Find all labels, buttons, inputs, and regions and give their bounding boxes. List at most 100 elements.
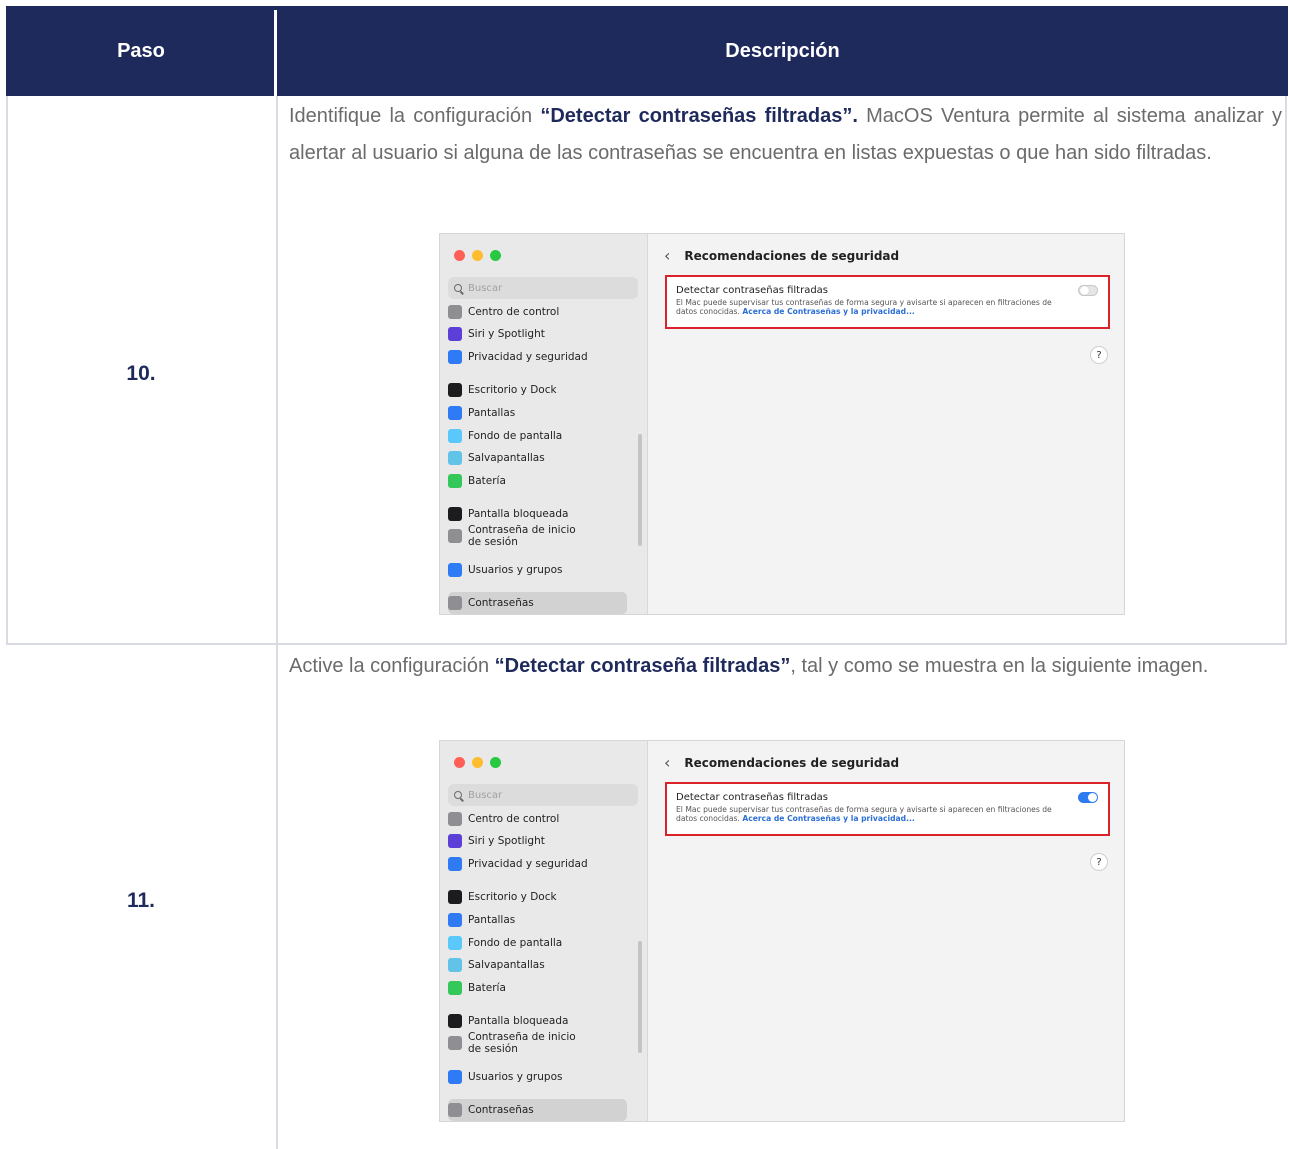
- control-center-icon: [448, 812, 462, 826]
- minimize-dot-icon: [472, 250, 483, 261]
- minimize-dot-icon: [472, 757, 483, 768]
- sidebar-item-label: Usuarios y grupos: [468, 1071, 563, 1083]
- search-input: Buscar: [448, 277, 638, 299]
- setting-title: Detectar contraseñas filtradas: [676, 285, 829, 296]
- window-controls: [454, 250, 501, 261]
- sidebar-item-label: Siri y Spotlight: [468, 328, 545, 340]
- sidebar-item-label: Escritorio y Dock: [468, 891, 557, 903]
- sidebar-item: Usuarios y grupos: [448, 1067, 562, 1087]
- sidebar-item: Privacidad y seguridad: [448, 347, 588, 367]
- key-icon: [448, 1103, 462, 1117]
- dock-icon: [448, 890, 462, 904]
- setting-row: Detectar contraseñas filtradas El Mac pu…: [665, 782, 1110, 836]
- zoom-dot-icon: [490, 757, 501, 768]
- settings-sidebar: Buscar Centro de control Siri y Spotlight…: [440, 741, 648, 1121]
- sidebar-item: Contraseñas: [448, 593, 534, 613]
- search-input: Buscar: [448, 784, 638, 806]
- zoom-dot-icon: [490, 250, 501, 261]
- sidebar-item-label: Pantalla bloqueada: [468, 508, 569, 520]
- setting-description: El Mac puede supervisar tus contraseñas …: [676, 298, 1052, 316]
- dock-icon: [448, 383, 462, 397]
- sidebar-item: Salvapantallas: [448, 448, 545, 468]
- lock-icon: [448, 1014, 462, 1028]
- help-button: ?: [1090, 853, 1108, 871]
- sidebar-item-label: Contraseña de inicio de sesión: [468, 524, 576, 548]
- sidebar-item-label: Batería: [468, 475, 506, 487]
- display-icon: [448, 913, 462, 927]
- login-password-icon: [448, 529, 462, 543]
- toggle-switch-off: [1078, 285, 1098, 296]
- sidebar-item-label: Fondo de pantalla: [468, 430, 563, 442]
- key-icon: [448, 596, 462, 610]
- toggle-switch-on: [1078, 792, 1098, 803]
- sidebar-item: Contraseña de inicio de sesión: [448, 524, 576, 548]
- close-dot-icon: [454, 757, 465, 768]
- siri-icon: [448, 327, 462, 341]
- sidebar-item-label: Batería: [468, 982, 506, 994]
- sidebar-item-label: Contraseñas: [468, 1104, 534, 1116]
- sidebar-item: Fondo de pantalla: [448, 426, 562, 446]
- hand-icon: [448, 857, 462, 871]
- settings-window-screenshot: Buscar Centro de control Siri y Spotlight…: [439, 740, 1125, 1122]
- row-divider: [6, 643, 1287, 645]
- siri-icon: [448, 834, 462, 848]
- scrollbar: [638, 434, 642, 546]
- step-description: Active la configuración “Detectar contra…: [289, 655, 1209, 677]
- sidebar-item-label: Pantalla bloqueada: [468, 1015, 569, 1027]
- settings-window-screenshot: Buscar Centro de control Siri y Spotlight…: [439, 233, 1125, 615]
- sidebar-item: Salvapantallas: [448, 955, 545, 975]
- lock-icon: [448, 507, 462, 521]
- table-border-right: [1285, 96, 1287, 644]
- sidebar-item: Escritorio y Dock: [448, 380, 557, 400]
- sidebar-item: Centro de control: [448, 809, 559, 829]
- sidebar-item-label: Siri y Spotlight: [468, 835, 545, 847]
- sidebar-item-label: Centro de control: [468, 813, 560, 825]
- setting-row: Detectar contraseñas filtradas El Mac pu…: [665, 275, 1110, 329]
- back-chevron-icon: ‹: [664, 246, 671, 265]
- sidebar-item: Pantalla bloqueada: [448, 504, 568, 524]
- hand-icon: [448, 350, 462, 364]
- control-center-icon: [448, 305, 462, 319]
- window-controls: [454, 757, 501, 768]
- settings-sidebar: Buscar Centro de control Siri y Spotlight…: [440, 234, 648, 614]
- wallpaper-icon: [448, 936, 462, 950]
- pane-title: ‹ Recomendaciones de seguridad: [664, 753, 900, 772]
- battery-icon: [448, 981, 462, 995]
- sidebar-item-label: Pantallas: [468, 914, 516, 926]
- step-description: Identifique la configuración “Detectar c…: [289, 105, 1283, 164]
- pane-title: ‹ Recomendaciones de seguridad: [664, 246, 900, 265]
- sidebar-item: Usuarios y grupos: [448, 560, 562, 580]
- sidebar-item-label: Escritorio y Dock: [468, 384, 557, 396]
- setting-title: Detectar contraseñas filtradas: [676, 792, 829, 803]
- sidebar-item: Privacidad y seguridad: [448, 854, 588, 874]
- sidebar-item-label: Centro de control: [468, 306, 560, 318]
- wallpaper-icon: [448, 429, 462, 443]
- sidebar-item: Pantalla bloqueada: [448, 1011, 568, 1031]
- sidebar-item-label: Fondo de pantalla: [468, 937, 563, 949]
- sidebar-item: Siri y Spotlight: [448, 831, 545, 851]
- scrollbar: [638, 941, 642, 1053]
- users-icon: [448, 1070, 462, 1084]
- display-icon: [448, 406, 462, 420]
- header-description: Descripción: [725, 39, 840, 62]
- sidebar-item-label: Contraseña de inicio de sesión: [468, 1031, 576, 1055]
- close-dot-icon: [454, 250, 465, 261]
- search-icon: [454, 284, 462, 292]
- sidebar-item-label: Privacidad y seguridad: [468, 351, 588, 363]
- help-button: ?: [1090, 346, 1108, 364]
- battery-icon: [448, 474, 462, 488]
- sidebar-item: Fondo de pantalla: [448, 933, 562, 953]
- login-password-icon: [448, 1036, 462, 1050]
- step-number: 11.: [126, 889, 156, 912]
- screensaver-icon: [448, 451, 462, 465]
- sidebar-item: Batería: [448, 471, 506, 491]
- sidebar-item: Contraseñas: [448, 1100, 534, 1120]
- sidebar-item: Pantallas: [448, 403, 515, 423]
- column-divider: [276, 96, 278, 1149]
- sidebar-item: Escritorio y Dock: [448, 887, 557, 907]
- header-step: Paso: [117, 39, 165, 62]
- sidebar-item: Contraseña de inicio de sesión: [448, 1031, 576, 1055]
- sidebar-item-label: Usuarios y grupos: [468, 564, 563, 576]
- search-icon: [454, 791, 462, 799]
- sidebar-item-label: Salvapantallas: [468, 452, 545, 464]
